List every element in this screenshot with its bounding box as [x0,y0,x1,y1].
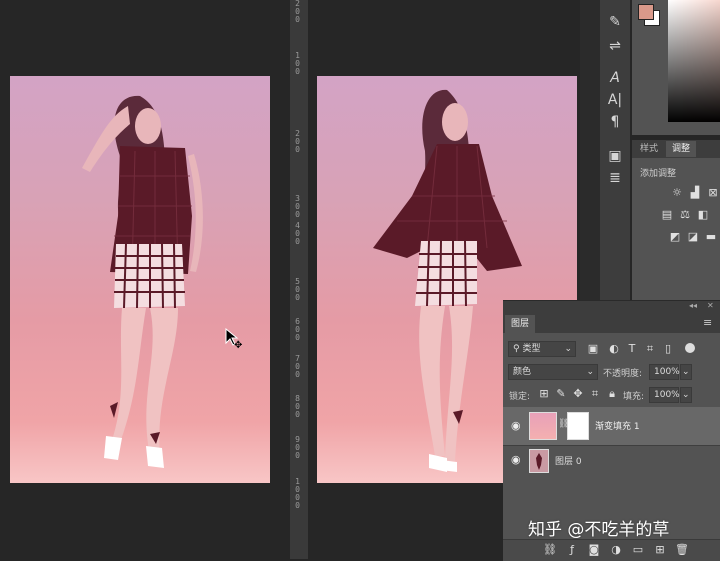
image-thumbnail [529,449,549,473]
model-photo-left [82,95,203,468]
document-canvas-left[interactable] [10,76,270,483]
adjustments-panel: 样式 调整 添加调整 ☼ ▟ ⊠ ▤ ⚖ ◧ ◩ ◪ ▬ [632,140,720,300]
gradient-thumbnail [529,412,557,440]
brush-icon[interactable]: ✎ [605,12,625,32]
move-cursor-icon: ✥ [225,327,245,351]
gradient-map-icon[interactable]: ▬ [704,230,718,244]
blend-mode-value: 颜色 [513,367,532,377]
svg-text:✥: ✥ [234,340,242,350]
add-mask-icon[interactable]: ◙ [587,543,601,557]
fill-input[interactable]: 100% [649,387,680,403]
layers-footer: ⛓ ƒ ◙ ◑ ▭ ⊞ 🗑︎ [503,539,720,561]
panel-dock-toolbar: ✎ ⇌ A A| ¶ ▣ ≣ [600,0,630,300]
ruler-label: 1 0 0 0 [295,477,300,510]
ruler-label: 5 0 0 [295,277,300,302]
layer-row[interactable]: ◉ 图层 0 [503,446,720,474]
brightness-icon[interactable]: ☼ [670,186,684,200]
type-layer-filter-icon[interactable]: T [625,342,639,356]
paragraph-style-icon[interactable]: A| [605,90,625,110]
layer-name[interactable]: 图层 0 [555,454,582,467]
layer-row[interactable]: ◉ ⛓ 渐变填充 1 [503,407,720,445]
fill-dropdown[interactable]: ⌄ [680,387,692,403]
layer-name[interactable]: 渐变填充 1 [595,419,640,432]
ruler-label: 4 0 0 [295,221,300,246]
fx-icon[interactable]: ƒ [565,543,579,557]
fill-label: 填充: [623,392,645,402]
lock-all-icon[interactable]: 🔒︎ [605,387,619,401]
filter-toggle[interactable] [685,343,695,353]
adjustment-layer-filter-icon[interactable]: ◐ [607,342,621,356]
lock-transparent-icon[interactable]: ⊞ [537,387,551,401]
watermark: 知乎 @不吃羊的草 [528,520,670,540]
color-balance-icon[interactable]: ⚖ [678,208,692,222]
new-adjustment-icon[interactable]: ◑ [609,543,623,557]
swatches-icon[interactable]: ▣ [605,146,625,166]
paragraph-icon[interactable]: ¶ [605,112,625,132]
close-panel-icon[interactable]: ✕ [707,301,714,310]
sliders-icon[interactable]: ⇌ [605,36,625,56]
character-icon[interactable]: A [605,68,625,88]
trash-icon[interactable]: 🗑︎ [675,543,689,557]
blend-mode-select[interactable]: 颜色 ⌄ [508,364,598,380]
smart-object-filter-icon[interactable]: ▯ [661,342,675,356]
filter-kind-value: 类型 [522,344,541,354]
lock-artboard-icon[interactable]: ⌗ [588,387,602,401]
color-picker-field[interactable] [668,0,720,122]
layer-mask-thumbnail[interactable] [567,412,589,440]
ruler-label: 8 0 0 [295,394,300,419]
ruler-label: 2 0 0 [295,129,300,154]
shape-layer-filter-icon[interactable]: ⌗ [643,342,657,356]
tab-layers[interactable]: 图层 [505,315,536,333]
lock-label: 锁定: [509,392,531,402]
lock-position-icon[interactable]: ✥ [571,387,585,401]
foreground-color-swatch[interactable] [638,4,654,20]
curves-icon[interactable]: ⊠ [706,186,720,200]
notes-icon[interactable]: ≣ [605,168,625,188]
invert-icon[interactable]: ◩ [668,230,682,244]
eye-icon[interactable]: ◉ [511,419,521,432]
ruler-label: 7 0 0 [295,354,300,379]
ruler-label: 2 0 0 [295,0,300,24]
black-white-icon[interactable]: ◧ [696,208,710,222]
tab-styles[interactable]: 样式 [634,141,664,157]
add-adjustment-label: 添加调整 [640,169,677,179]
ruler-label: 9 0 0 [295,435,300,460]
opacity-dropdown[interactable]: ⌄ [680,364,692,380]
filter-kind-select[interactable]: ⚲ 类型 ⌄ [508,341,576,357]
link-layers-icon[interactable]: ⛓ [543,543,557,557]
ruler-label: 3 0 0 [295,194,300,219]
panel-menu-icon[interactable]: ≡ [703,316,712,329]
ruler-labels: 2 0 0 1 0 0 2 0 0 3 0 0 4 0 0 5 0 0 6 0 … [293,0,305,559]
opacity-input[interactable]: 100% [649,364,680,380]
new-group-icon[interactable]: ▭ [631,543,645,557]
opacity-label: 不透明度: [603,369,643,379]
color-panel [632,0,720,135]
tab-adjustments[interactable]: 调整 [666,141,697,157]
posterize-icon[interactable]: ◪ [686,230,700,244]
pixel-layer-filter-icon[interactable]: ▣ [586,342,600,356]
levels-icon[interactable]: ▟ [688,186,702,200]
ruler-label: 6 0 0 [295,317,300,342]
ruler-label: 1 0 0 [295,51,300,76]
new-layer-icon[interactable]: ⊞ [653,543,667,557]
hue-saturation-icon[interactable]: ▤ [660,208,674,222]
collapse-panel-icon[interactable]: ◂◂ [689,301,697,310]
eye-icon[interactable]: ◉ [511,453,521,466]
lock-image-icon[interactable]: ✎ [554,387,568,401]
